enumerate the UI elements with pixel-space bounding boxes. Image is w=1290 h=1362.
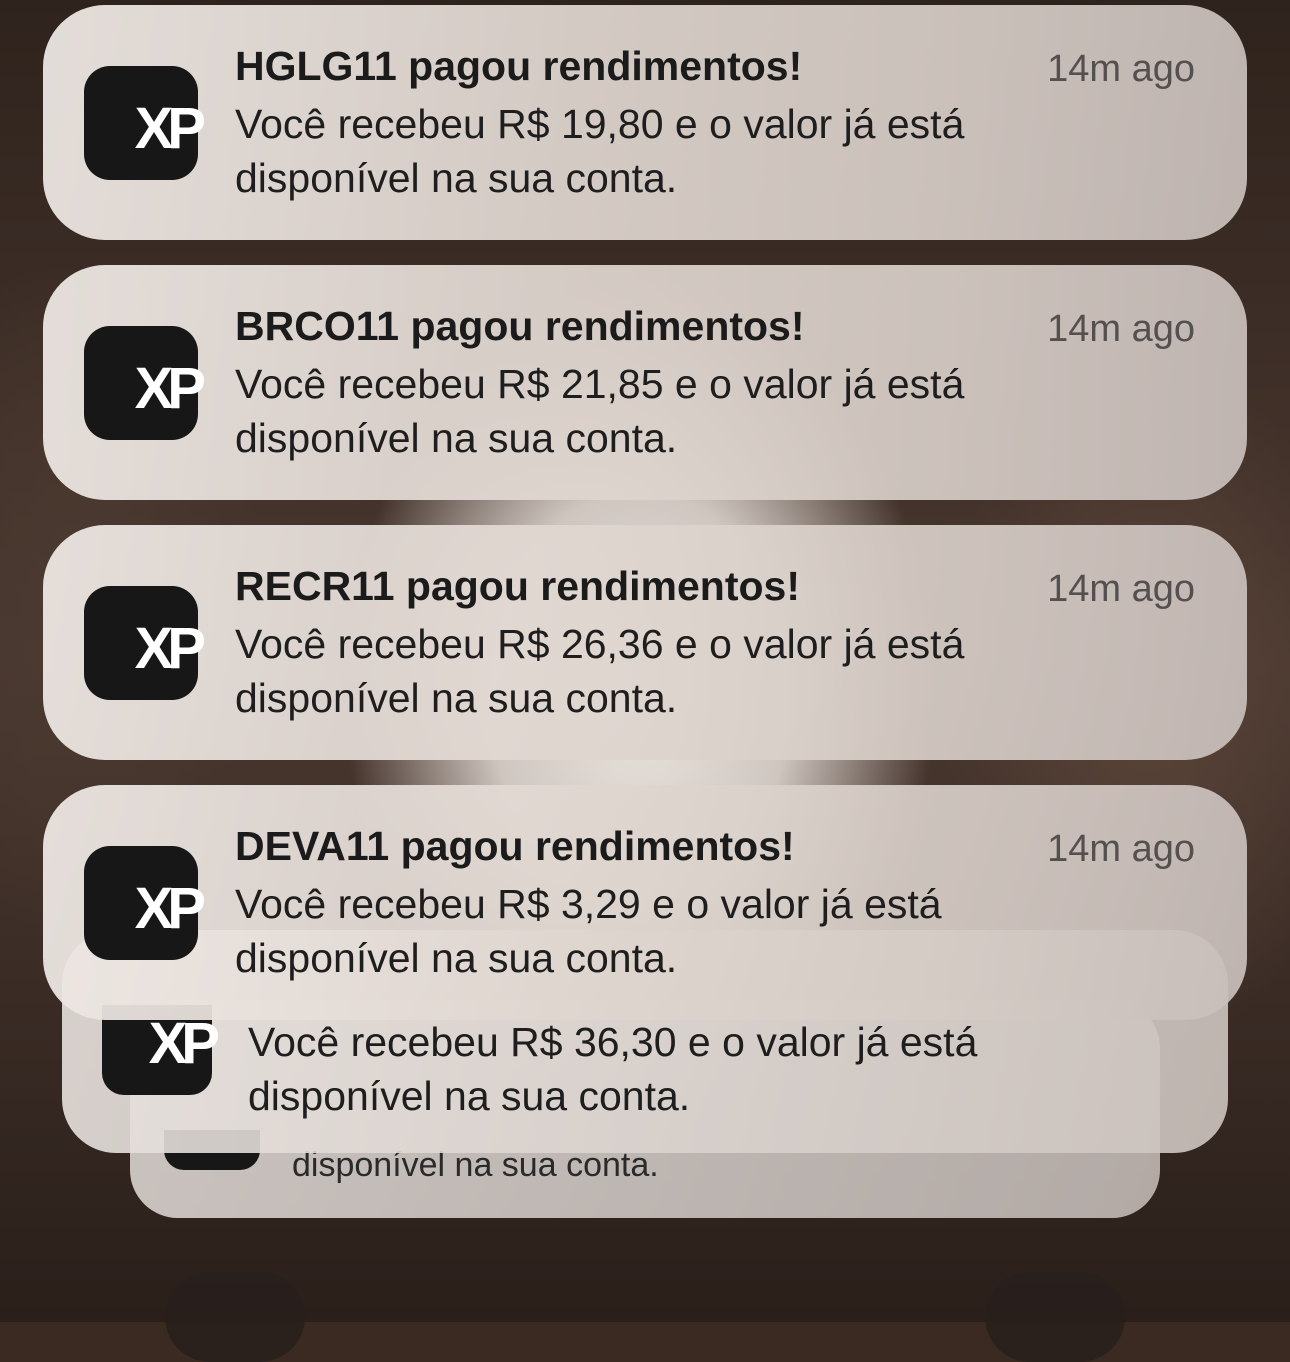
xp-logo: XP — [134, 356, 206, 421]
notification-message: Você recebeu R$ 21,85 e o valor já está … — [235, 361, 965, 461]
notification-message: Você recebeu R$ 3,29 e o valor já está d… — [235, 881, 942, 981]
notification-message: Você recebeu R$ 36,30 e o valor já está … — [248, 1019, 978, 1119]
notification-card[interactable]: XP DEVA11 pagou rendimentos! 14m ago Voc… — [43, 785, 1247, 1020]
xp-logo: XP — [134, 616, 206, 681]
xp-app-icon: XP — [84, 326, 206, 440]
notification-card[interactable]: XP HGLG11 pagou rendimentos! 14m ago Voc… — [43, 5, 1247, 240]
notification-message: Você recebeu R$ 19,80 e o valor já está … — [235, 101, 965, 201]
notification-card[interactable]: XP BRCO11 pagou rendimentos! 14m ago Voc… — [43, 265, 1247, 500]
xp-logo: XP — [134, 96, 206, 161]
flashlight-button[interactable] — [165, 1272, 305, 1362]
notification-title: HGLG11 pagou rendimentos! — [235, 43, 803, 89]
xp-logo: XP — [148, 1011, 220, 1076]
notification-title: RECR11 pagou rendimentos! — [235, 563, 800, 609]
notification-message: Você recebeu R$ 26,36 e o valor já está … — [235, 621, 965, 721]
xp-logo: XP — [134, 876, 206, 941]
notification-time: 14m ago — [1047, 568, 1195, 610]
notification-title: BRCO11 pagou rendimentos! — [235, 303, 805, 349]
notification-time: 14m ago — [1047, 308, 1195, 350]
notification-title: DEVA11 pagou rendimentos! — [235, 823, 795, 869]
notification-time: 14m ago — [1047, 48, 1195, 90]
notification-card[interactable]: XP RECR11 pagou rendimentos! 14m ago Voc… — [43, 525, 1247, 760]
xp-app-icon: XP — [84, 846, 206, 960]
xp-app-icon: XP — [84, 586, 206, 700]
notification-time: 14m ago — [1047, 828, 1195, 870]
camera-button[interactable] — [985, 1272, 1125, 1362]
xp-app-icon: XP — [84, 66, 206, 180]
